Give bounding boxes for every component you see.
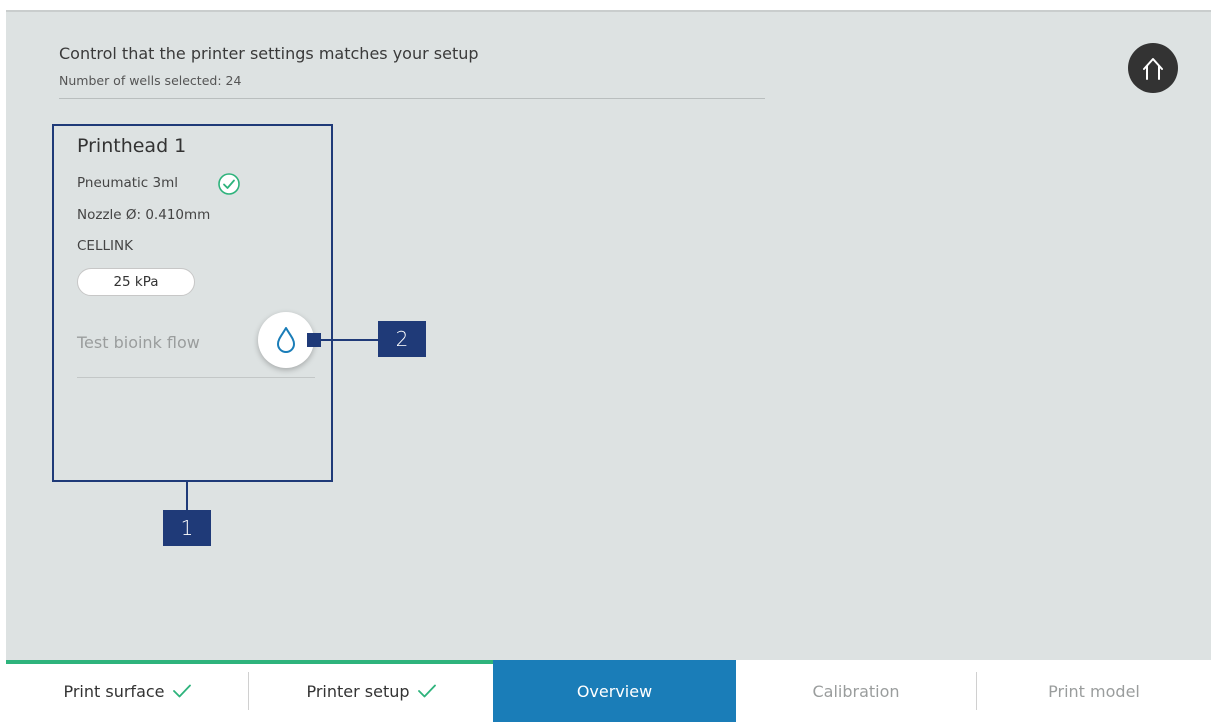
home-button[interactable] — [1128, 43, 1178, 93]
header-divider — [59, 98, 765, 99]
wells-selected-text: Number of wells selected: 24 — [59, 73, 242, 88]
step-overview[interactable]: Overview — [493, 660, 736, 722]
check-circle-icon — [218, 173, 240, 195]
step-label: Calibration — [812, 681, 900, 701]
main-panel: Control that the printer settings matche… — [6, 10, 1211, 660]
callout-1-line — [186, 482, 188, 510]
step-label: Overview — [576, 681, 653, 701]
page-title: Control that the printer settings matche… — [59, 44, 479, 63]
step-print-model[interactable]: Print model — [977, 660, 1211, 722]
printhead-divider — [77, 377, 315, 378]
step-label: Print surface — [63, 681, 165, 701]
printhead-title: Printhead 1 — [77, 135, 187, 157]
droplet-icon — [277, 327, 295, 353]
check-icon — [417, 684, 436, 698]
pressure-field[interactable]: 25 kPa — [77, 268, 195, 296]
callout-2-line — [316, 339, 378, 341]
test-bioink-flow-label: Test bioink flow — [77, 333, 200, 352]
check-icon — [172, 684, 191, 698]
printhead-type: Pneumatic 3ml — [77, 175, 178, 191]
step-label: Print model — [1048, 681, 1140, 701]
callout-2-label: 2 — [378, 321, 426, 357]
step-print-surface[interactable]: Print surface — [6, 660, 248, 722]
step-label: Printer setup — [306, 681, 410, 701]
step-navigation: Print surface Printer setup Overview Cal… — [6, 660, 1211, 722]
step-calibration[interactable]: Calibration — [736, 660, 976, 722]
nozzle-diameter: Nozzle Ø: 0.410mm — [77, 207, 211, 223]
step-printer-setup[interactable]: Printer setup — [249, 660, 493, 722]
test-bioink-flow-button[interactable] — [258, 312, 314, 368]
home-icon — [1143, 58, 1163, 80]
bioink-brand: CELLINK — [77, 238, 133, 254]
callout-1-label: 1 — [163, 510, 211, 546]
